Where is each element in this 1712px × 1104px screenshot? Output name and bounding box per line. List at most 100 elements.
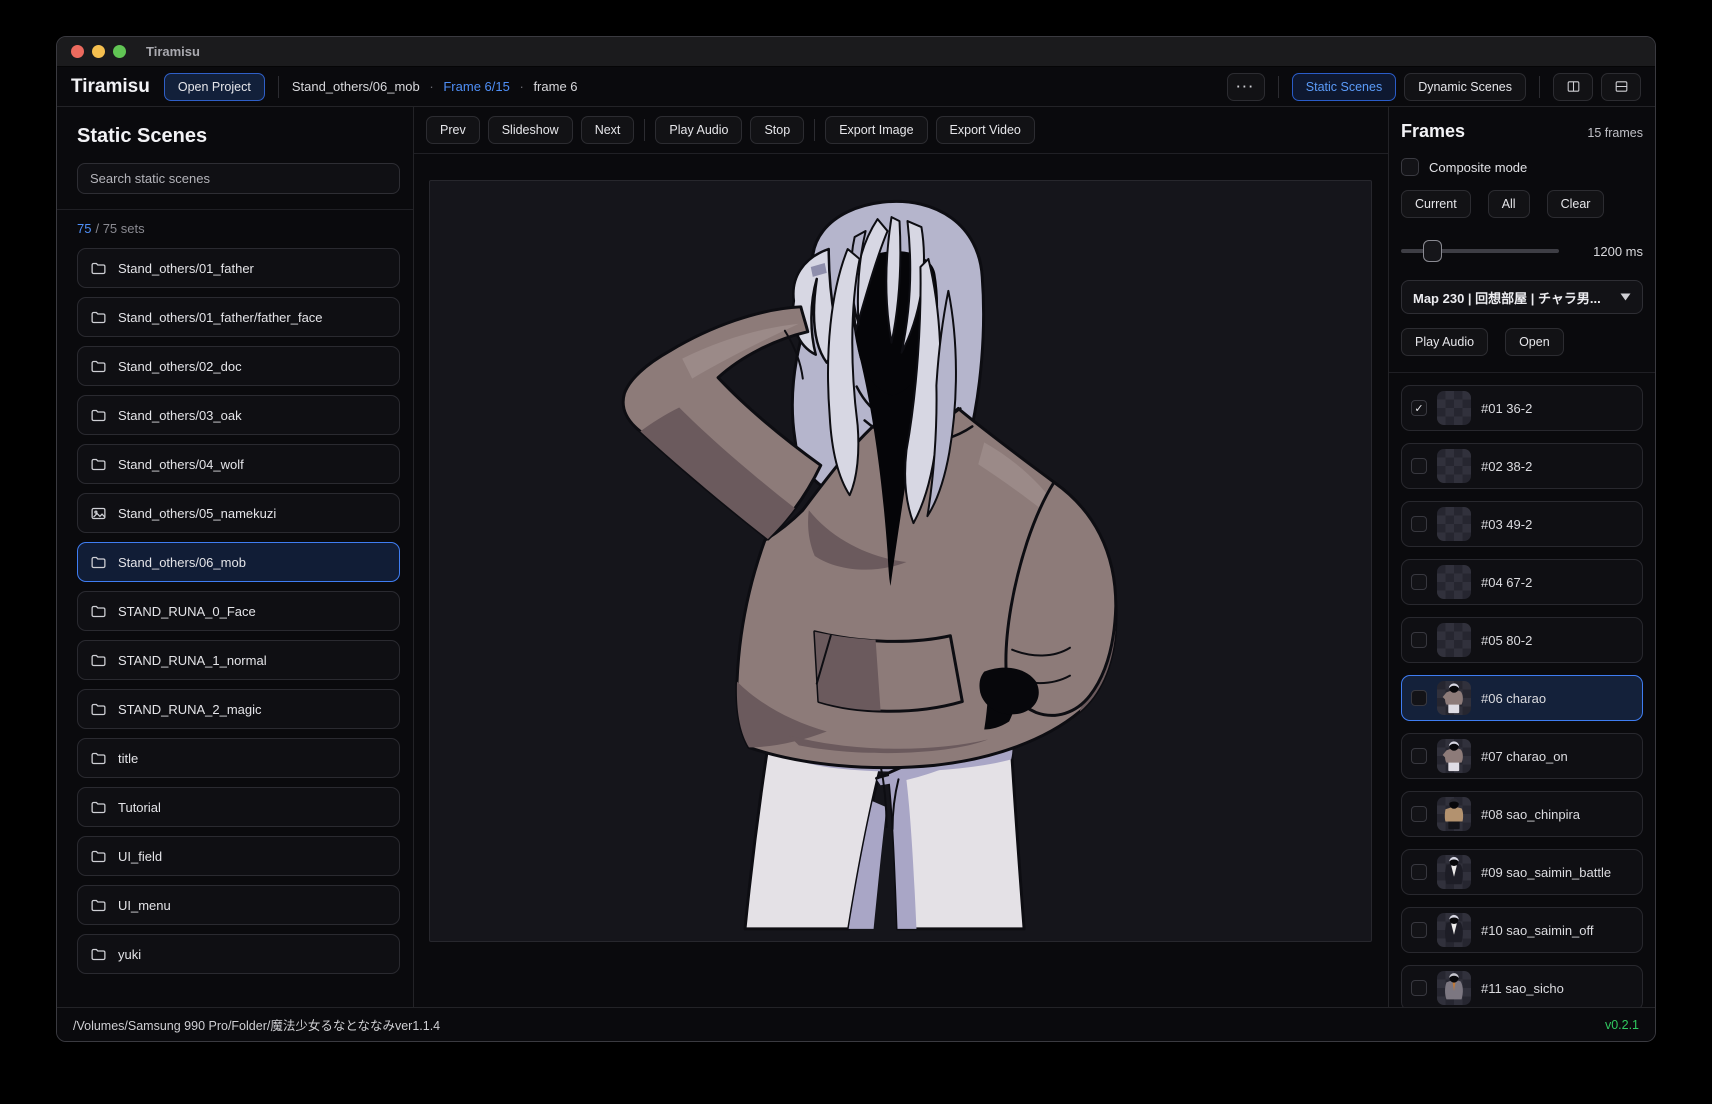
folder-icon <box>90 554 107 571</box>
duration-slider[interactable] <box>1401 240 1559 262</box>
sidebar-item-ui-field[interactable]: UI_field <box>77 836 400 876</box>
chinpira-thumb-art <box>1437 797 1471 831</box>
frame-row-08[interactable]: #08 sao_chinpira <box>1401 791 1643 837</box>
sidebar-item-ui-menu[interactable]: UI_menu <box>77 885 400 925</box>
stop-button[interactable]: Stop <box>750 116 804 144</box>
zoom-window-button[interactable] <box>113 45 126 58</box>
frame-checkbox[interactable] <box>1411 690 1427 706</box>
export-image-button[interactable]: Export Image <box>825 116 927 144</box>
project-path: /Volumes/Samsung 990 Pro/Folder/魔法少女るなとな… <box>73 1015 440 1034</box>
frame-thumbnail <box>1437 507 1471 541</box>
folder-icon <box>90 260 107 277</box>
map-select-value: Map 230 | 回想部屋 | チャラ男... <box>1413 288 1601 307</box>
frame-row-04[interactable]: #04 67-2 <box>1401 559 1643 605</box>
frame-thumbnail <box>1437 913 1471 947</box>
sidebar-item-stand-others-05-namekuzi[interactable]: Stand_others/05_namekuzi <box>77 493 400 533</box>
breadcrumb-frame-link[interactable]: Frame 6/15 <box>443 79 509 94</box>
frame-row-10[interactable]: #10 sao_saimin_off <box>1401 907 1643 953</box>
divider <box>414 153 1388 154</box>
saimin-thumb-art <box>1437 855 1471 889</box>
app-name: Tiramisu <box>71 76 150 98</box>
divider <box>1539 76 1540 98</box>
more-options-button[interactable]: ··· <box>1227 73 1265 101</box>
sidebar-item-stand-others-06-mob[interactable]: Stand_others/06_mob <box>77 542 400 582</box>
frame-row-06[interactable]: #06 charao <box>1401 675 1643 721</box>
frames-title: Frames <box>1401 121 1465 142</box>
close-window-button[interactable] <box>71 45 84 58</box>
static-scenes-sidebar: Static Scenes 75/ 75 sets Stand_others/0… <box>57 107 414 1007</box>
frame-list: ✓ #01 36-2 #02 38-2 #03 49-2 <box>1401 385 1643 1007</box>
sidebar-item-title[interactable]: title <box>77 738 400 778</box>
all-button[interactable]: All <box>1488 190 1530 218</box>
sidebar-item-yuki[interactable]: yuki <box>77 934 400 974</box>
sidebar-item-stand-others-01-father-face[interactable]: Stand_others/01_father/father_face <box>77 297 400 337</box>
frame-checkbox[interactable] <box>1411 922 1427 938</box>
frame-row-01[interactable]: ✓ #01 36-2 <box>1401 385 1643 431</box>
folder-icon <box>90 652 107 669</box>
current-button[interactable]: Current <box>1401 190 1471 218</box>
minimize-window-button[interactable] <box>92 45 105 58</box>
divider <box>644 119 645 141</box>
image-icon <box>90 505 107 522</box>
clear-button[interactable]: Clear <box>1547 190 1605 218</box>
slider-handle[interactable] <box>1423 240 1442 262</box>
layout-rows-button[interactable] <box>1601 73 1641 101</box>
frame-thumbnail <box>1437 855 1471 889</box>
frame-checkbox[interactable] <box>1411 864 1427 880</box>
frame-checkbox[interactable] <box>1411 632 1427 648</box>
sidebar-item-stand-others-02-doc[interactable]: Stand_others/02_doc <box>77 346 400 386</box>
map-select-dropdown[interactable]: Map 230 | 回想部屋 | チャラ男... <box>1401 280 1643 314</box>
frame-checkbox[interactable] <box>1411 516 1427 532</box>
sidebar-item-stand-runa-0-face[interactable]: STAND_RUNA_0_Face <box>77 591 400 631</box>
sidebar-title: Static Scenes <box>77 125 399 148</box>
open-project-button[interactable]: Open Project <box>164 73 265 101</box>
tab-dynamic-scenes[interactable]: Dynamic Scenes <box>1404 73 1526 101</box>
header: Tiramisu Open Project Stand_others/06_mo… <box>57 67 1655 107</box>
frame-row-07[interactable]: #07 charao_on <box>1401 733 1643 779</box>
viewer-toolbar: Prev Slideshow Next Play Audio Stop Expo… <box>414 107 1388 153</box>
frame-thumbnail <box>1437 449 1471 483</box>
tab-static-scenes[interactable]: Static Scenes <box>1292 73 1396 101</box>
play-audio-button[interactable]: Play Audio <box>655 116 742 144</box>
sidebar-item-stand-others-03-oak[interactable]: Stand_others/03_oak <box>77 395 400 435</box>
sidebar-item-stand-others-01-father[interactable]: Stand_others/01_father <box>77 248 400 288</box>
frame-row-09[interactable]: #09 sao_saimin_battle <box>1401 849 1643 895</box>
breadcrumb-frame-label: frame 6 <box>533 79 577 94</box>
search-input[interactable] <box>77 163 400 194</box>
next-button[interactable]: Next <box>581 116 635 144</box>
sidebar-item-tutorial[interactable]: Tutorial <box>77 787 400 827</box>
frame-checkbox[interactable] <box>1411 980 1427 996</box>
frame-checkbox[interactable] <box>1411 806 1427 822</box>
prev-button[interactable]: Prev <box>426 116 480 144</box>
sidebar-item-stand-runa-1-normal[interactable]: STAND_RUNA_1_normal <box>77 640 400 680</box>
frame-checkbox[interactable] <box>1411 458 1427 474</box>
sets-count: 75/ 75 sets <box>77 210 399 248</box>
frame-thumbnail <box>1437 971 1471 1005</box>
sidebar-item-stand-runa-2-magic[interactable]: STAND_RUNA_2_magic <box>77 689 400 729</box>
frame-row-03[interactable]: #03 49-2 <box>1401 501 1643 547</box>
folder-icon <box>90 309 107 326</box>
charao-thumb-art <box>1437 681 1471 715</box>
breadcrumb-path: Stand_others/06_mob <box>292 79 420 94</box>
composite-mode-label: Composite mode <box>1429 160 1527 175</box>
frame-row-02[interactable]: #02 38-2 <box>1401 443 1643 489</box>
composite-mode-checkbox[interactable] <box>1401 158 1419 176</box>
frame-checkbox[interactable] <box>1411 574 1427 590</box>
sidebar-item-stand-others-04-wolf[interactable]: Stand_others/04_wolf <box>77 444 400 484</box>
chevron-down-icon <box>1620 293 1631 301</box>
scene-canvas <box>429 180 1372 942</box>
frames-play-audio-button[interactable]: Play Audio <box>1401 328 1488 356</box>
frame-row-11[interactable]: #11 sao_sicho <box>1401 965 1643 1007</box>
frame-checkbox[interactable] <box>1411 748 1427 764</box>
export-video-button[interactable]: Export Video <box>936 116 1035 144</box>
divider <box>814 119 815 141</box>
folder-icon <box>90 407 107 424</box>
frames-open-button[interactable]: Open <box>1505 328 1564 356</box>
frame-checkbox[interactable]: ✓ <box>1411 400 1427 416</box>
folder-icon <box>90 456 107 473</box>
frames-panel: Frames 15 frames Composite mode Current … <box>1388 107 1655 1007</box>
layout-columns-button[interactable] <box>1553 73 1593 101</box>
frame-row-05[interactable]: #05 80-2 <box>1401 617 1643 663</box>
slideshow-button[interactable]: Slideshow <box>488 116 573 144</box>
folder-icon <box>90 848 107 865</box>
